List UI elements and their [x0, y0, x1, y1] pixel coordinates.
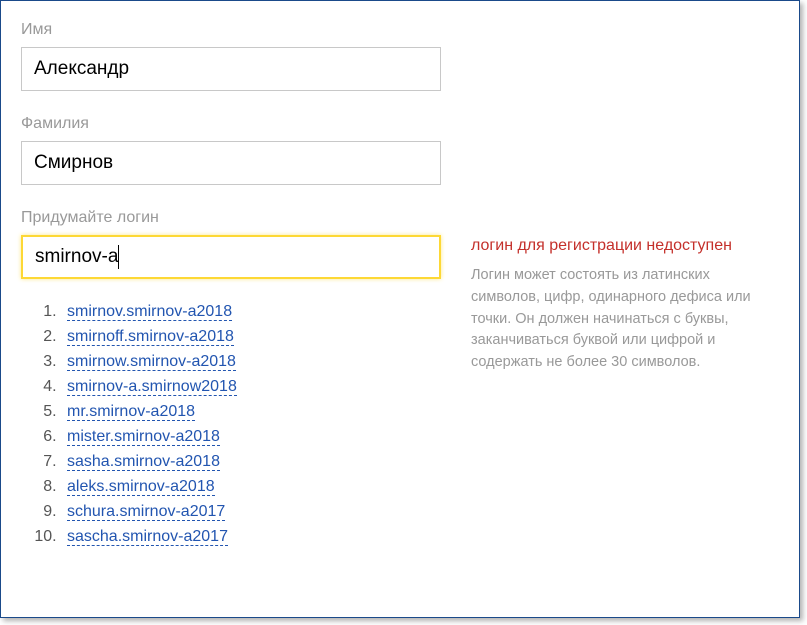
- firstname-input[interactable]: [21, 47, 441, 91]
- suggestion-item: smirnoff.smirnov-a2018: [61, 328, 441, 346]
- login-hint-text: Логин может состоять из латинских символ…: [471, 265, 779, 374]
- login-suggestions-list: smirnov.smirnov-a2018 smirnoff.smirnov-a2…: [21, 303, 441, 546]
- suggestion-link[interactable]: smirnoff.smirnov-a2018: [67, 328, 234, 346]
- suggestion-link[interactable]: aleks.smirnov-a2018: [67, 478, 215, 496]
- lastname-field-group: Фамилия: [21, 115, 441, 185]
- suggestion-link[interactable]: sascha.smirnov-a2017: [67, 528, 228, 546]
- suggestion-link[interactable]: smirnov.smirnov-a2018: [67, 303, 232, 321]
- suggestion-link[interactable]: mister.smirnov-a2018: [67, 428, 220, 446]
- lastname-label: Фамилия: [21, 115, 441, 133]
- suggestion-item: sascha.smirnov-a2017: [61, 528, 441, 546]
- login-error-message: логин для регистрации недоступен: [471, 237, 779, 255]
- suggestion-item: mr.smirnov-a2018: [61, 403, 441, 421]
- suggestion-link[interactable]: smirnov-a.smirnow2018: [67, 378, 237, 396]
- suggestion-link[interactable]: sasha.smirnov-a2018: [67, 453, 220, 471]
- login-label: Придумайте логин: [21, 209, 441, 227]
- suggestion-link[interactable]: smirnow.smirnov-a2018: [67, 353, 236, 371]
- suggestion-item: smirnov.smirnov-a2018: [61, 303, 441, 321]
- firstname-label: Имя: [21, 21, 441, 39]
- firstname-field-group: Имя: [21, 21, 441, 91]
- suggestion-item: aleks.smirnov-a2018: [61, 478, 441, 496]
- login-field-group: Придумайте логин: [21, 209, 441, 279]
- login-input[interactable]: [21, 235, 441, 279]
- suggestion-item: schura.smirnov-a2017: [61, 503, 441, 521]
- suggestion-item: smirnow.smirnov-a2018: [61, 353, 441, 371]
- suggestion-item: sasha.smirnov-a2018: [61, 453, 441, 471]
- lastname-input[interactable]: [21, 141, 441, 185]
- suggestion-link[interactable]: mr.smirnov-a2018: [67, 403, 195, 421]
- registration-form-window: Имя Фамилия Придумайте логин smirnov.smi…: [0, 0, 800, 618]
- suggestion-link[interactable]: schura.smirnov-a2017: [67, 503, 225, 521]
- suggestion-item: smirnov-a.smirnow2018: [61, 378, 441, 396]
- text-caret: [118, 245, 119, 269]
- suggestion-item: mister.smirnov-a2018: [61, 428, 441, 446]
